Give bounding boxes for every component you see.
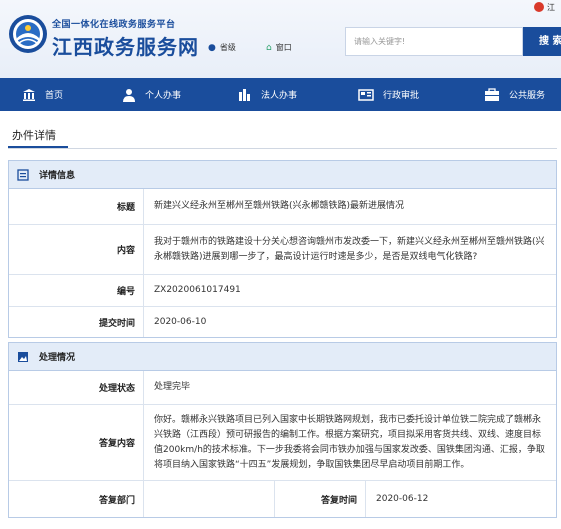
site-header: 江 全国一体化在线政务服务平台 江西政务服务网 ● 省级 ⌂ 窗口 请输入关键字…	[0, 0, 561, 78]
site-title[interactable]: 江西政务服务网	[52, 31, 199, 60]
title-divider	[8, 148, 557, 149]
row-label: 答复时间	[274, 481, 366, 517]
public-service-icon	[485, 87, 499, 101]
nav-item-public-service[interactable]: 公共服务	[484, 78, 545, 111]
row-label: 内容	[9, 225, 144, 274]
emblem-icon	[534, 2, 544, 12]
handling-heading: 处理情况	[39, 353, 76, 363]
approval-icon	[358, 88, 374, 101]
page-title: 办件详情	[12, 129, 56, 142]
nav-item-legal-person[interactable]: 法人办事	[238, 78, 297, 111]
document-icon	[17, 168, 29, 181]
site-subtitle: 全国一体化在线政务服务平台	[52, 20, 176, 30]
nav-label-legal-person: 法人办事	[261, 91, 298, 101]
row-label: 答复内容	[9, 405, 144, 480]
nav-label-home: 首页	[45, 91, 64, 101]
search-input[interactable]: 请输入关键字!	[345, 27, 523, 56]
search-button[interactable]: 搜 索	[523, 27, 561, 56]
handling-row-status: 处理状态 处理完毕	[9, 371, 556, 405]
details-row-number: 编号 ZX2020061017491	[9, 275, 556, 307]
main-nav: 首页 个人办事 法人办事 行政审批 公共服务	[0, 78, 561, 111]
location-province[interactable]: ● 省级	[208, 42, 236, 53]
site-logo-icon	[9, 15, 47, 53]
nav-label-public-service: 公共服务	[509, 91, 546, 101]
title-underline	[8, 146, 68, 148]
details-row-content: 内容 我对于赣州市的铁路建设十分关心想咨询赣州市发改委一下，新建兴义经永州至郴州…	[9, 225, 556, 275]
details-heading: 详情信息	[39, 171, 76, 181]
row-label: 答复部门	[9, 481, 144, 517]
nav-label-approval: 行政审批	[383, 91, 420, 101]
row-value: ZX2020061017491	[154, 285, 241, 295]
row-label: 标题	[9, 189, 144, 224]
details-row-title: 标题 新建兴义经永州至郴州至赣州铁路(兴永郴赣铁路)最新进展情况	[9, 189, 556, 225]
building-icon	[239, 88, 250, 101]
location-window[interactable]: ⌂ 窗口	[266, 42, 292, 53]
details-panel-header: 详情信息	[9, 161, 556, 189]
top-right-text[interactable]: 江	[547, 2, 555, 13]
location-window-label: 窗口	[275, 43, 292, 52]
row-label: 编号	[9, 275, 144, 306]
handling-row-dept-time: 答复部门 答复时间 2020-06-12	[9, 481, 556, 517]
details-panel: 详情信息 标题 新建兴义经永州至郴州至赣州铁路(兴永郴赣铁路)最新进展情况 内容…	[8, 160, 557, 338]
row-label: 提交时间	[9, 307, 144, 337]
nav-item-personal[interactable]: 个人办事	[122, 78, 181, 111]
location-province-label: 省级	[219, 43, 236, 52]
bank-icon	[23, 88, 35, 101]
home-icon: ⌂	[266, 42, 272, 53]
row-value: 我对于赣州市的铁路建设十分关心想咨询赣州市发改委一下，新建兴义经永州至郴州至赣州…	[154, 236, 545, 262]
row-value: 你好。赣郴永兴铁路项目已列入国家中长期铁路网规划，我市已委托设计单位铁二院完成了…	[154, 414, 545, 470]
image-icon	[18, 351, 28, 362]
row-value: 处理完毕	[154, 382, 191, 392]
handling-panel: 处理情况 处理状态 处理完毕 答复内容 你好。赣郴永兴铁路项目已列入国家中长期铁…	[8, 342, 557, 518]
person-icon	[123, 88, 135, 102]
details-row-submit-time: 提交时间 2020-06-10	[9, 307, 556, 337]
row-value	[144, 481, 274, 517]
nav-item-approval[interactable]: 行政审批	[358, 78, 419, 111]
location-pin-icon: ●	[208, 42, 216, 53]
nav-label-personal: 个人办事	[145, 91, 182, 101]
row-value: 2020-06-10	[154, 316, 207, 327]
row-value: 2020-06-12	[376, 493, 429, 504]
nav-item-home[interactable]: 首页	[22, 78, 63, 111]
handling-panel-header: 处理情况	[9, 343, 556, 371]
row-value: 新建兴义经永州至郴州至赣州铁路(兴永郴赣铁路)最新进展情况	[154, 201, 405, 211]
handling-row-reply: 答复内容 你好。赣郴永兴铁路项目已列入国家中长期铁路网规划，我市已委托设计单位铁…	[9, 405, 556, 481]
row-label: 处理状态	[9, 371, 144, 404]
